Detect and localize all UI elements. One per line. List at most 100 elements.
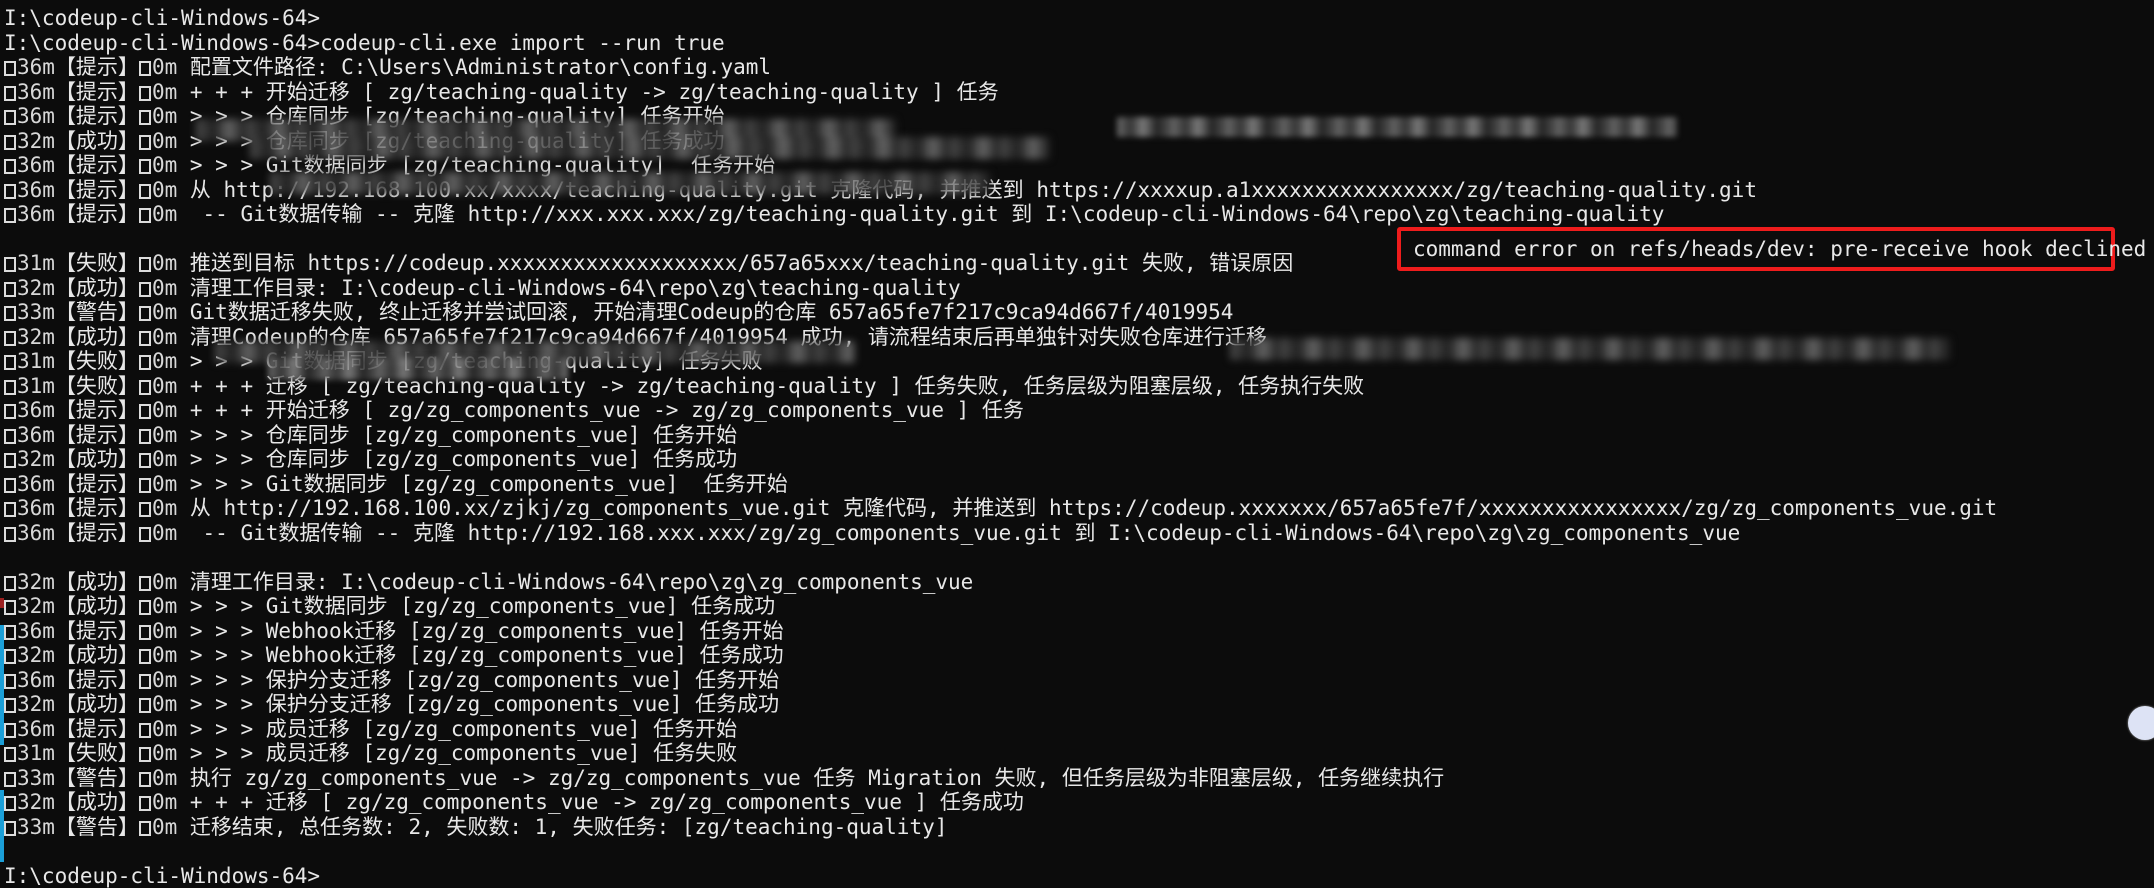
- log-message: 推送到目标 https://codeup.xxxxxxxxxxxxxxxxxxx…: [190, 251, 1293, 275]
- terminal-blank-line: [4, 545, 2154, 570]
- terminal-prompt-line: I:\codeup-cli-Windows-64>: [4, 864, 2154, 888]
- mouse-cursor-blob: [2128, 706, 2154, 740]
- log-message: > > > Git数据同步 [zg/teaching-quality] 任务失败: [190, 349, 763, 373]
- terminal-blank-line: [4, 839, 2154, 864]
- log-message: 清理Codeup的仓库 657a65fe7f217c9ca94d667f/401…: [190, 325, 1267, 349]
- log-message: > > > 成员迁移 [zg/zg_components_vue] 任务失败: [190, 741, 737, 765]
- terminal-log-line: 33m【警告】0m 迁移结束, 总任务数: 2, 失败数: 1, 失败任务: […: [4, 815, 2154, 840]
- ansi-escape-prefix: 31m【失败】0m: [4, 349, 190, 373]
- terminal-log-line: 31m【失败】0m > > > 成员迁移 [zg/zg_components_v…: [4, 741, 2154, 766]
- log-message: + + + 开始迁移 [ zg/zg_components_vue -> zg/…: [190, 398, 1024, 422]
- ansi-escape-prefix: 32m【成功】0m: [4, 276, 190, 300]
- ansi-escape-prefix: 36m【提示】0m: [4, 202, 190, 226]
- log-message: 清理工作目录: I:\codeup-cli-Windows-64\repo\zg…: [190, 276, 961, 300]
- terminal-log-line: 36m【提示】0m + + + 开始迁移 [ zg/teaching-quali…: [4, 80, 2154, 105]
- terminal-log-line: 36m【提示】0m > > > Git数据同步 [zg/teaching-qua…: [4, 153, 2154, 178]
- ansi-escape-prefix: 36m【提示】0m: [4, 668, 190, 692]
- terminal-log-line: 32m【成功】0m 清理工作目录: I:\codeup-cli-Windows-…: [4, 276, 2154, 301]
- terminal-log-line: 31m【失败】0m + + + 迁移 [ zg/teaching-quality…: [4, 374, 2154, 399]
- log-message: > > > Git数据同步 [zg/teaching-quality] 任务开始: [190, 153, 775, 177]
- terminal-log-line: 36m【提示】0m > > > 保护分支迁移 [zg/zg_components…: [4, 668, 2154, 693]
- terminal-log-line: 32m【成功】0m > > > Webhook迁移 [zg/zg_compone…: [4, 643, 2154, 668]
- log-message: 清理工作目录: I:\codeup-cli-Windows-64\repo\zg…: [190, 570, 973, 594]
- ansi-escape-prefix: 36m【提示】0m: [4, 496, 190, 520]
- ansi-escape-prefix: 32m【成功】0m: [4, 447, 190, 471]
- log-message: > > > 成员迁移 [zg/zg_components_vue] 任务开始: [190, 717, 737, 741]
- ansi-escape-prefix: 36m【提示】0m: [4, 619, 190, 643]
- log-message: -- Git数据传输 -- 克隆 http://192.168.xxx.xxx/…: [190, 521, 1740, 545]
- ansi-escape-prefix: 33m【警告】0m: [4, 300, 190, 324]
- ansi-escape-prefix: 36m【提示】0m: [4, 178, 190, 202]
- ansi-escape-prefix: 36m【提示】0m: [4, 104, 190, 128]
- ansi-escape-prefix: 36m【提示】0m: [4, 472, 190, 496]
- log-message: 迁移结束, 总任务数: 2, 失败数: 1, 失败任务: [zg/teachin…: [190, 815, 948, 839]
- log-message: Git数据迁移失败, 终止迁移并尝试回滚, 开始清理Codeup的仓库 657a…: [190, 300, 1234, 324]
- error-annotation-box: command error on refs/heads/dev: pre-rec…: [1397, 227, 2115, 271]
- ansi-escape-prefix: 32m【成功】0m: [4, 692, 190, 716]
- terminal-log-line: 36m【提示】0m > > > Webhook迁移 [zg/zg_compone…: [4, 619, 2154, 644]
- terminal-window[interactable]: I:\codeup-cli-Windows-64>I:\codeup-cli-W…: [0, 0, 2154, 862]
- log-message: + + + 开始迁移 [ zg/teaching-quality -> zg/t…: [190, 80, 999, 104]
- log-message: > > > 仓库同步 [zg/zg_components_vue] 任务成功: [190, 447, 737, 471]
- terminal-log-line: 36m【提示】0m 配置文件路径: C:\Users\Administrator…: [4, 55, 2154, 80]
- terminal-log-line: 36m【提示】0m + + + 开始迁移 [ zg/zg_components_…: [4, 398, 2154, 423]
- ansi-escape-prefix: 36m【提示】0m: [4, 398, 190, 422]
- terminal-prompt-line: I:\codeup-cli-Windows-64>: [4, 6, 2154, 31]
- log-message: > > > 保护分支迁移 [zg/zg_components_vue] 任务成功: [190, 692, 779, 716]
- terminal-log-line: 32m【成功】0m > > > 保护分支迁移 [zg/zg_components…: [4, 692, 2154, 717]
- ansi-escape-prefix: 33m【警告】0m: [4, 815, 190, 839]
- terminal-log-line: 32m【成功】0m > > > 仓库同步 [zg/teaching-qualit…: [4, 129, 2154, 154]
- ansi-escape-prefix: 36m【提示】0m: [4, 153, 190, 177]
- ansi-escape-prefix: 31m【失败】0m: [4, 251, 190, 275]
- log-message: 从 http://192.168.100.xx/xxxx/teaching-qu…: [190, 178, 1757, 202]
- terminal-log-line: 36m【提示】0m 从 http://192.168.100.xx/xxxx/t…: [4, 178, 2154, 203]
- log-message: > > > Webhook迁移 [zg/zg_components_vue] 任…: [190, 643, 784, 667]
- log-message: -- Git数据传输 -- 克隆 http://xxx.xxx.xxx/zg/t…: [190, 202, 1665, 226]
- terminal-log-line: 31m【失败】0m > > > Git数据同步 [zg/teaching-qua…: [4, 349, 2154, 374]
- terminal-log-line: 36m【提示】0m > > > 成员迁移 [zg/zg_components_v…: [4, 717, 2154, 742]
- log-message: > > > 保护分支迁移 [zg/zg_components_vue] 任务开始: [190, 668, 779, 692]
- log-message: + + + 迁移 [ zg/teaching-quality -> zg/tea…: [190, 374, 1364, 398]
- log-message: 从 http://192.168.100.xx/zjkj/zg_componen…: [190, 496, 1997, 520]
- ansi-escape-prefix: 32m【成功】0m: [4, 570, 190, 594]
- ansi-escape-prefix: 36m【提示】0m: [4, 423, 190, 447]
- ansi-escape-prefix: 31m【失败】0m: [4, 741, 190, 765]
- prompt-text: I:\codeup-cli-Windows-64>codeup-cli.exe …: [4, 31, 725, 55]
- terminal-log-line: 36m【提示】0m 从 http://192.168.100.xx/zjkj/z…: [4, 496, 2154, 521]
- ansi-escape-prefix: 32m【成功】0m: [4, 790, 190, 814]
- terminal-log-line: 32m【成功】0m 清理工作目录: I:\codeup-cli-Windows-…: [4, 570, 2154, 595]
- error-annotation-text: command error on refs/heads/dev: pre-rec…: [1413, 237, 2146, 261]
- terminal-log-line: 33m【警告】0m Git数据迁移失败, 终止迁移并尝试回滚, 开始清理Code…: [4, 300, 2154, 325]
- terminal-prompt-line: I:\codeup-cli-Windows-64>codeup-cli.exe …: [4, 31, 2154, 56]
- terminal-log-line: 36m【提示】0m > > > Git数据同步 [zg/zg_component…: [4, 472, 2154, 497]
- ansi-escape-prefix: 33m【警告】0m: [4, 766, 190, 790]
- terminal-log-line: 32m【成功】0m + + + 迁移 [ zg/zg_components_vu…: [4, 790, 2154, 815]
- log-message: 配置文件路径: C:\Users\Administrator\config.ya…: [190, 55, 771, 79]
- terminal-log-line: 36m【提示】0m -- Git数据传输 -- 克隆 http://xxx.xx…: [4, 202, 2154, 227]
- ansi-escape-prefix: 32m【成功】0m: [4, 594, 190, 618]
- terminal-log-line: 36m【提示】0m -- Git数据传输 -- 克隆 http://192.16…: [4, 521, 2154, 546]
- ansi-escape-prefix: 36m【提示】0m: [4, 521, 190, 545]
- terminal-output: I:\codeup-cli-Windows-64>I:\codeup-cli-W…: [4, 6, 2154, 888]
- prompt-text: I:\codeup-cli-Windows-64>: [4, 6, 320, 30]
- log-message: + + + 迁移 [ zg/zg_components_vue -> zg/zg…: [190, 790, 1024, 814]
- terminal-log-line: 33m【警告】0m 执行 zg/zg_components_vue -> zg/…: [4, 766, 2154, 791]
- ansi-escape-prefix: 31m【失败】0m: [4, 374, 190, 398]
- log-message: 执行 zg/zg_components_vue -> zg/zg_compone…: [190, 766, 1444, 790]
- ansi-escape-prefix: 36m【提示】0m: [4, 80, 190, 104]
- log-message: > > > Git数据同步 [zg/zg_components_vue] 任务开…: [190, 472, 788, 496]
- log-message: > > > Webhook迁移 [zg/zg_components_vue] 任…: [190, 619, 784, 643]
- terminal-log-line: 32m【成功】0m > > > 仓库同步 [zg/zg_components_v…: [4, 447, 2154, 472]
- terminal-log-line: 36m【提示】0m > > > 仓库同步 [zg/teaching-qualit…: [4, 104, 2154, 129]
- terminal-log-line: 32m【成功】0m 清理Codeup的仓库 657a65fe7f217c9ca9…: [4, 325, 2154, 350]
- log-message: > > > 仓库同步 [zg/teaching-quality] 任务成功: [190, 129, 725, 153]
- ansi-escape-prefix: 36m【提示】0m: [4, 55, 190, 79]
- log-message: > > > Git数据同步 [zg/zg_components_vue] 任务成…: [190, 594, 775, 618]
- log-message: > > > 仓库同步 [zg/teaching-quality] 任务开始: [190, 104, 725, 128]
- ansi-escape-prefix: 36m【提示】0m: [4, 717, 190, 741]
- ansi-escape-prefix: 32m【成功】0m: [4, 129, 190, 153]
- ansi-escape-prefix: 32m【成功】0m: [4, 643, 190, 667]
- terminal-log-line: 32m【成功】0m > > > Git数据同步 [zg/zg_component…: [4, 594, 2154, 619]
- log-message: > > > 仓库同步 [zg/zg_components_vue] 任务开始: [190, 423, 737, 447]
- prompt-text: I:\codeup-cli-Windows-64>: [4, 864, 320, 888]
